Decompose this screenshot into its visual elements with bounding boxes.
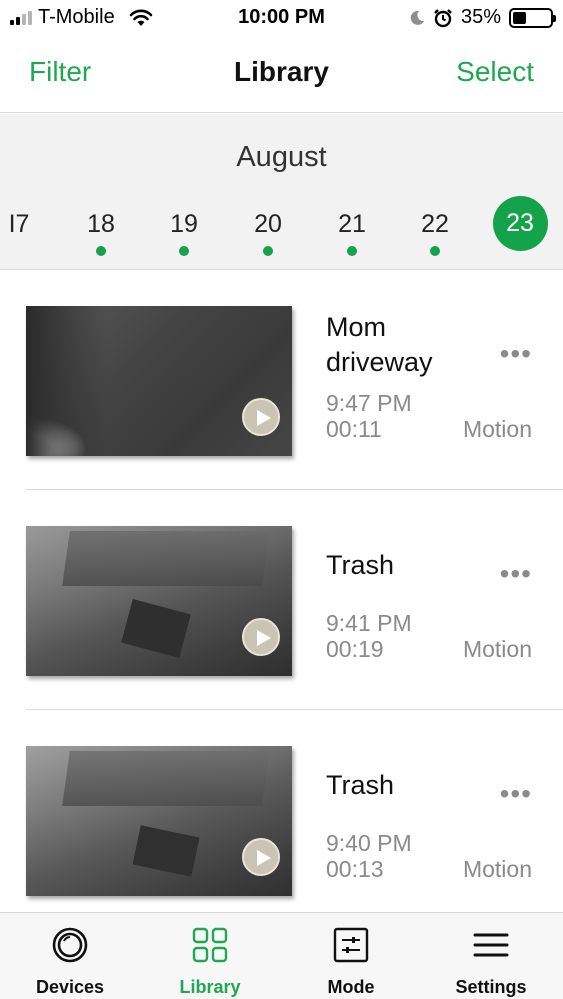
clip-duration: 00:11 — [326, 416, 382, 442]
camera-ring-icon — [52, 927, 88, 963]
date-strip: August I7 18 19 20 21 22 23 — [0, 114, 563, 270]
menu-icon — [473, 933, 509, 957]
tab-label: Library — [179, 977, 241, 997]
clip-duration: 00:19 — [326, 636, 384, 662]
play-icon[interactable] — [242, 838, 280, 876]
battery-percent: 35% — [460, 6, 501, 28]
clip-thumbnail[interactable] — [26, 746, 292, 896]
tab-mode[interactable]: Mode — [281, 913, 421, 999]
has-clips-dot — [96, 246, 106, 256]
play-icon[interactable] — [242, 398, 280, 436]
has-clips-dot — [263, 246, 273, 256]
month-label: August — [236, 141, 327, 173]
tab-label: Devices — [35, 977, 105, 997]
day-item[interactable]: 20 — [238, 194, 298, 256]
play-icon[interactable] — [242, 618, 280, 656]
day-number: 23 — [492, 196, 548, 251]
clip-title: Trash — [326, 770, 395, 800]
has-clips-dot — [179, 246, 189, 256]
clip-type: Motion — [462, 416, 532, 442]
tab-library[interactable]: Library — [140, 913, 280, 999]
status-right: 35% — [409, 6, 556, 29]
status-bar: T-Mobile 10:00 PM 35% — [0, 0, 563, 38]
moon-icon — [410, 10, 424, 25]
has-clips-dot — [347, 246, 357, 256]
clip-title: Trash — [326, 550, 395, 580]
clip-title: Mom driveway — [326, 312, 433, 377]
day-item[interactable]: 19 — [154, 194, 214, 256]
day-number: 22 — [421, 210, 449, 238]
day-item[interactable]: 18 — [71, 194, 131, 256]
clip-time: 9:41 PM — [326, 610, 412, 636]
clip-time: 9:40 PM — [326, 830, 412, 856]
nav-bar: Filter Library Select — [0, 38, 563, 113]
day-number: 19 — [170, 210, 198, 238]
battery-icon — [509, 7, 556, 28]
day-number: 20 — [254, 210, 282, 238]
grid-icon — [192, 927, 228, 963]
tab-devices[interactable]: Devices — [0, 913, 140, 999]
tab-bar: Devices Library Mode Settings — [0, 912, 563, 999]
day-item[interactable]: 21 — [322, 194, 382, 256]
clip-thumbnail[interactable] — [26, 526, 292, 676]
day-item[interactable]: I7 — [0, 194, 49, 254]
day-item-selected[interactable]: 23 — [490, 194, 550, 254]
clip-type: Motion — [462, 856, 532, 882]
clip-row[interactable]: Mom driveway ••• 9:47 PM 00:11 Motion — [0, 270, 563, 490]
tab-label: Mode — [327, 977, 375, 997]
day-item[interactable]: 22 — [405, 194, 465, 256]
clip-type: Motion — [462, 636, 532, 662]
clip-row[interactable]: Trash ••• 9:40 PM 00:13 Motion — [0, 710, 563, 930]
tab-settings[interactable]: Settings — [421, 913, 561, 999]
sliders-icon — [333, 927, 369, 963]
battery-fill — [513, 11, 526, 24]
clip-thumbnail[interactable] — [26, 306, 292, 456]
day-number: 21 — [338, 210, 366, 238]
day-number: 18 — [87, 210, 115, 238]
select-button[interactable]: Select — [456, 56, 534, 88]
more-options-icon[interactable]: ••• — [500, 558, 532, 590]
clip-time: 9:47 PM — [326, 390, 412, 416]
has-clips-dot — [430, 246, 440, 256]
clip-duration: 00:13 — [326, 856, 384, 882]
day-number: I7 — [8, 210, 30, 238]
more-options-icon[interactable]: ••• — [500, 778, 532, 810]
tab-label: Settings — [455, 977, 527, 997]
alarm-icon — [434, 8, 452, 27]
clip-row[interactable]: Trash ••• 9:41 PM 00:19 Motion — [0, 490, 563, 710]
more-options-icon[interactable]: ••• — [500, 338, 532, 370]
